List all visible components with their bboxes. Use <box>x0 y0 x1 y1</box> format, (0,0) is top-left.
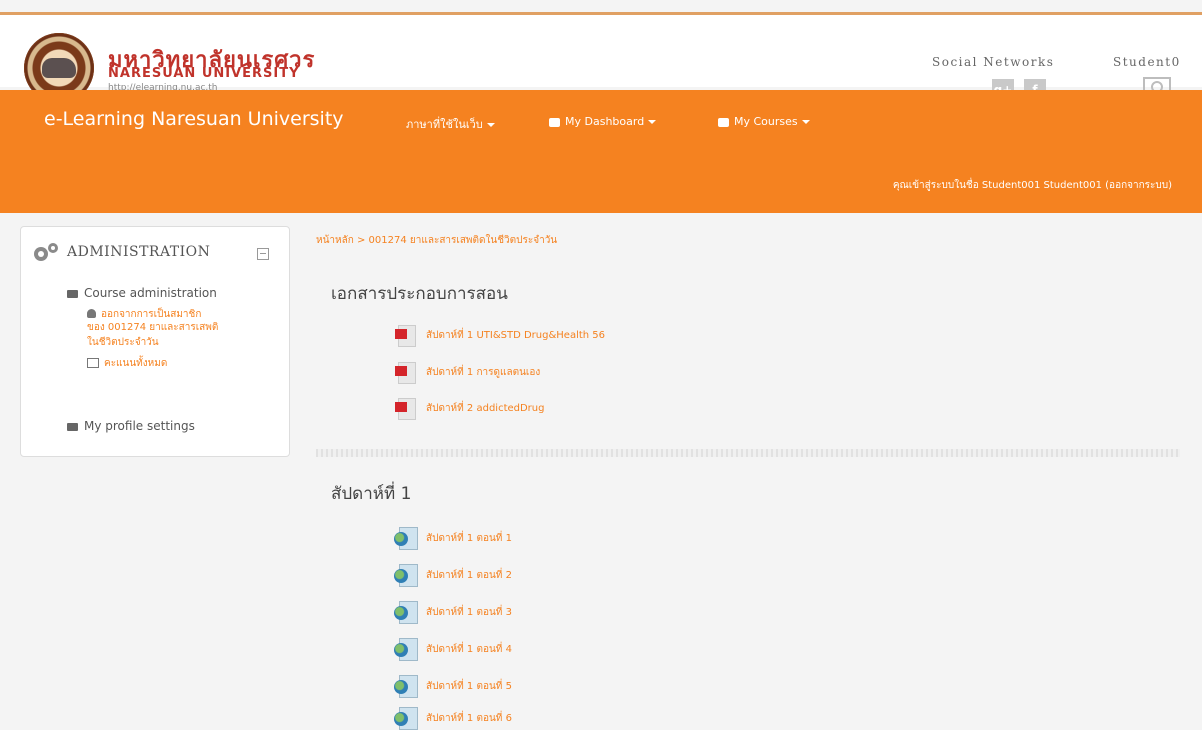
url-label: สัปดาห์ที่ 1 ตอนที่ 2 <box>426 569 512 581</box>
nav-my-dashboard[interactable]: My Dashboard <box>549 115 657 128</box>
folder-icon <box>67 422 78 431</box>
block-title: ADMINISTRATION <box>67 244 211 260</box>
university-name-english[interactable]: NARESUAN UNIVERSITY <box>108 66 300 81</box>
course-administration-node[interactable]: Course administration <box>67 286 217 300</box>
nav-my-courses[interactable]: My Courses <box>718 115 810 128</box>
grades-link[interactable]: คะแนนทั้งหมด <box>87 355 167 371</box>
site-header: มหาวิทยาลัยนเรศวร NARESUAN UNIVERSITY ht… <box>0 15 1202 103</box>
collapse-icon[interactable] <box>257 248 269 260</box>
section-title-documents: เอกสารประกอบการสอน <box>331 284 508 304</box>
unenrol-link[interactable]: ออกจากการเป็นสมาชิก <box>87 306 201 322</box>
url-item[interactable]: สัปดาห์ที่ 1 ตอนที่ 4 <box>394 638 512 661</box>
elephant-emblem-icon <box>42 58 76 78</box>
administration-block: ADMINISTRATION Course administration ออก… <box>20 226 290 457</box>
section-divider <box>316 449 1180 457</box>
url-item[interactable]: สัปดาห์ที่ 1 ตอนที่ 2 <box>394 564 512 587</box>
student-label: Student0 <box>1113 55 1181 69</box>
pdf-icon <box>394 397 416 420</box>
course-administration-label: Course administration <box>84 286 217 300</box>
nav-language-menu[interactable]: ภาษาที่ใช้ในเว็บ <box>406 115 495 133</box>
url-label: สัปดาห์ที่ 1 ตอนที่ 3 <box>426 606 512 618</box>
web-link-icon <box>394 564 418 587</box>
section-title-week1: สัปดาห์ที่ 1 <box>331 484 412 504</box>
web-link-icon <box>394 527 418 550</box>
nav-dashboard-label: My Dashboard <box>565 115 645 128</box>
url-label: สัปดาห์ที่ 1 ตอนที่ 6 <box>426 712 512 724</box>
main-navbar: e-Learning Naresuan University ภาษาที่ใช… <box>0 90 1202 213</box>
url-label: สัปดาห์ที่ 1 ตอนที่ 4 <box>426 643 512 655</box>
breadcrumb[interactable]: หน้าหลัก > 001274 ยาและสารเสพติดในชีวิตป… <box>316 233 557 248</box>
pdf-icon <box>394 361 416 384</box>
block-header: ADMINISTRATION <box>31 240 279 268</box>
chevron-down-icon <box>648 120 657 124</box>
nav-courses-label: My Courses <box>734 115 798 128</box>
chevron-down-icon <box>801 120 810 124</box>
pdf-icon <box>394 324 416 347</box>
url-item[interactable]: สัปดาห์ที่ 1 ตอนที่ 1 <box>394 527 512 550</box>
url-label: สัปดาห์ที่ 1 ตอนที่ 5 <box>426 680 512 692</box>
unenrol-line-2[interactable]: ของ 001274 ยาและสารเสพติ <box>87 321 218 335</box>
login-info[interactable]: คุณเข้าสู่ระบบในชื่อ Student001 Student0… <box>893 178 1172 193</box>
web-link-icon <box>394 638 418 661</box>
url-label: สัปดาห์ที่ 1 ตอนที่ 1 <box>426 532 512 544</box>
gears-icon <box>34 243 58 261</box>
site-brand[interactable]: e-Learning Naresuan University <box>44 108 344 130</box>
chevron-down-icon <box>486 123 495 127</box>
resource-item[interactable]: สัปดาห์ที่ 1 UTI&STD Drug&Health 56 <box>394 324 606 347</box>
web-link-icon <box>394 707 418 730</box>
web-link-icon <box>394 601 418 624</box>
resource-label: สัปดาห์ที่ 1 การดูแลตนเอง <box>426 366 541 378</box>
unenrol-line-3[interactable]: ในชีวิตประจำวัน <box>87 336 159 350</box>
user-icon <box>87 309 96 318</box>
nav-language-label: ภาษาที่ใช้ในเว็บ <box>406 118 483 131</box>
web-link-icon <box>394 675 418 698</box>
resource-label: สัปดาห์ที่ 2 addictedDrug <box>426 402 545 414</box>
folder-open-icon <box>67 289 78 298</box>
url-item[interactable]: สัปดาห์ที่ 1 ตอนที่ 5 <box>394 675 512 698</box>
social-networks-label: Social Networks <box>932 55 1055 69</box>
resource-item[interactable]: สัปดาห์ที่ 2 addictedDrug <box>394 397 545 420</box>
grades-label: คะแนนทั้งหมด <box>104 358 168 369</box>
unenrol-line-1: ออกจากการเป็นสมาชิก <box>101 309 202 320</box>
url-item[interactable]: สัปดาห์ที่ 1 ตอนที่ 6 <box>394 707 512 730</box>
profile-settings-node[interactable]: My profile settings <box>67 419 195 433</box>
resource-label: สัปดาห์ที่ 1 UTI&STD Drug&Health 56 <box>426 329 606 341</box>
briefcase-icon <box>718 117 729 127</box>
url-item[interactable]: สัปดาห์ที่ 1 ตอนที่ 3 <box>394 601 512 624</box>
profile-settings-label: My profile settings <box>84 419 195 433</box>
table-icon <box>87 357 99 368</box>
resource-item[interactable]: สัปดาห์ที่ 1 การดูแลตนเอง <box>394 361 541 384</box>
dashboard-icon <box>549 117 560 127</box>
